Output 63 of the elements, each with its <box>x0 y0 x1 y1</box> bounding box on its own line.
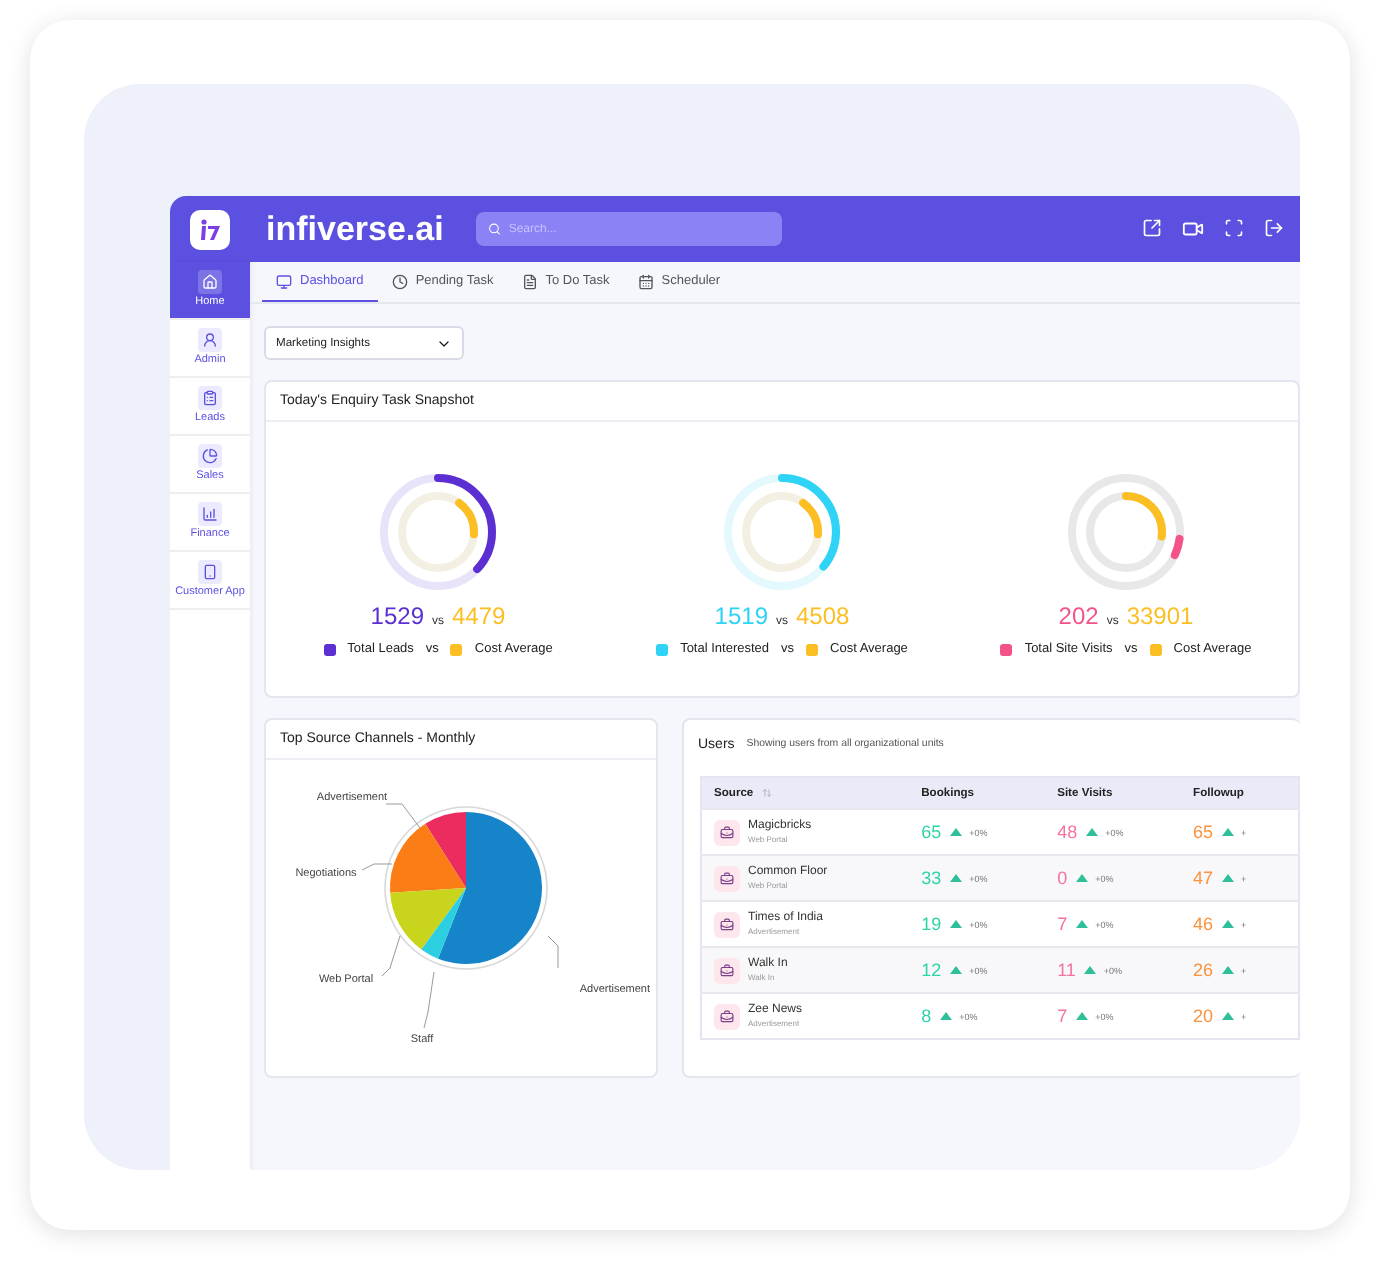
sidebar-icon <box>198 328 222 353</box>
stat-value: 19 <box>921 914 942 934</box>
tab-icon <box>276 273 292 289</box>
trend-up-icon <box>1075 1012 1088 1020</box>
fullscreen-icon[interactable] <box>1224 218 1244 238</box>
total-value: 202 <box>1058 602 1099 630</box>
stat-value: 0 <box>1057 868 1068 888</box>
sidebar-icon <box>198 270 222 295</box>
stat-value: 65 <box>921 822 942 842</box>
stat-value: 26 <box>1193 960 1214 980</box>
trend-up-icon <box>949 874 962 882</box>
stat-value: 47 <box>1193 868 1214 888</box>
leader-line <box>385 803 421 829</box>
trend-up-icon <box>1075 920 1088 928</box>
sidebar-icon <box>198 386 222 411</box>
total-value: 1519 <box>714 602 768 630</box>
briefcase-icon <box>714 1003 740 1029</box>
briefcase-icon <box>714 911 740 937</box>
logout-icon[interactable] <box>1264 218 1284 238</box>
leader-line <box>423 971 435 1029</box>
stat-value: 8 <box>921 1006 932 1026</box>
trend-up-icon <box>1221 874 1234 882</box>
tab-icon <box>521 273 538 289</box>
stat-value: 33 <box>921 868 942 888</box>
logo-icon <box>190 209 230 249</box>
sidebar-icon <box>198 560 222 585</box>
briefcase-icon <box>714 819 740 845</box>
briefcase-icon <box>714 957 740 983</box>
stat-value: 65 <box>1193 822 1214 842</box>
sidebar-icon <box>198 502 222 527</box>
stat-value: 12 <box>921 960 942 980</box>
trend-up-icon <box>1221 1012 1234 1020</box>
trend-up-icon <box>1221 920 1234 928</box>
stat-value: 11 <box>1057 960 1076 980</box>
sidebar-icon <box>198 444 222 469</box>
trend-up-icon <box>1075 874 1088 882</box>
leader-line <box>381 935 401 977</box>
trend-up-icon <box>949 828 962 836</box>
trend-up-icon <box>1085 828 1098 836</box>
external-link-icon[interactable] <box>1142 218 1162 238</box>
trend-up-icon <box>949 920 962 928</box>
stat-value: 7 <box>1057 1006 1068 1026</box>
trend-up-icon <box>1083 966 1096 974</box>
stat-value: 48 <box>1057 822 1078 842</box>
trend-up-icon <box>1221 966 1234 974</box>
trend-up-icon <box>939 1012 952 1020</box>
leader-line <box>361 863 393 871</box>
brand-name: infiverse.ai <box>266 209 444 249</box>
trend-up-icon <box>949 966 962 974</box>
trend-up-icon <box>1221 828 1234 836</box>
briefcase-icon <box>714 865 740 891</box>
leader-line <box>547 935 559 969</box>
tab-icon <box>391 273 408 289</box>
stat-value: 20 <box>1193 1006 1214 1026</box>
video-icon[interactable] <box>1182 218 1204 240</box>
cost-value: 4508 <box>796 602 850 630</box>
total-value: 1529 <box>370 602 424 630</box>
cost-value: 4479 <box>452 602 506 630</box>
search-icon <box>487 222 501 236</box>
stat-value: 46 <box>1193 914 1214 934</box>
tab-icon <box>637 273 654 289</box>
cost-value: 33901 <box>1126 602 1194 630</box>
stat-value: 7 <box>1057 914 1068 934</box>
